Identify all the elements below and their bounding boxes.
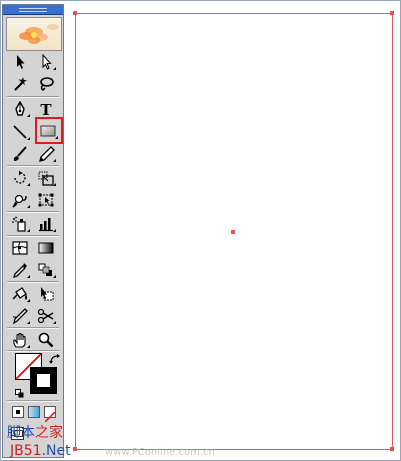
watermark-domain: JB51.Net [10, 443, 71, 459]
artboard-corner-handle[interactable] [390, 447, 394, 451]
color-mode-button[interactable] [12, 406, 24, 418]
toolbox-divider [7, 96, 59, 98]
eyedropper-tool-icon[interactable] [9, 261, 31, 279]
hand-tool-icon[interactable] [9, 331, 31, 349]
pen-tool-icon[interactable] [9, 100, 31, 118]
mesh-tool-icon[interactable] [9, 239, 31, 257]
app-logo-banner[interactable] [6, 17, 62, 51]
stroke-swatch-inner [36, 373, 51, 388]
stroke-color-swatch[interactable] [30, 367, 57, 394]
zoom-tool-icon[interactable] [35, 331, 57, 349]
toolbox-divider [7, 327, 59, 329]
toolbox-divider [7, 400, 59, 402]
toolbox-divider [7, 165, 59, 167]
selected-tool-highlight [35, 117, 63, 144]
watermark-domain-a: JB51 [10, 443, 42, 459]
magic-wand-tool-icon[interactable] [9, 75, 31, 93]
default-fill-stroke-icon[interactable] [15, 383, 24, 398]
watermark-logo-text-2: 之家 [35, 425, 63, 441]
lasso-tool-icon[interactable] [35, 75, 57, 93]
slice-tool-icon[interactable] [9, 307, 31, 325]
rotate-tool-icon[interactable] [9, 169, 31, 187]
artboard-center-point [231, 230, 235, 234]
line-segment-tool-icon[interactable] [9, 123, 31, 141]
live-paint-bucket-tool-icon[interactable] [9, 285, 31, 303]
direct-selection-tool-icon[interactable] [35, 53, 57, 71]
watermark-pconline: www.PConline.com.cn [105, 447, 215, 458]
gradient-mode-button[interactable] [28, 406, 40, 418]
scissors-tool-icon[interactable] [35, 307, 57, 325]
type-tool-icon[interactable]: T [35, 100, 57, 118]
blend-tool-icon[interactable] [35, 261, 57, 279]
artboard-corner-handle[interactable] [390, 11, 394, 15]
flower-logo-icon [19, 24, 59, 44]
toolbox-divider [7, 281, 59, 283]
free-transform-tool-icon[interactable] [35, 191, 57, 209]
artboard-corner-handle[interactable] [73, 447, 77, 451]
symbol-sprayer-tool-icon[interactable] [9, 215, 31, 233]
toolbox-divider [7, 350, 59, 352]
titlebar-grip [19, 8, 47, 12]
paintbrush-tool-icon[interactable] [9, 145, 31, 163]
watermark-domain-b: .Net [41, 443, 71, 459]
artboard-corner-handle[interactable] [73, 11, 77, 15]
none-mode-button[interactable] [44, 406, 56, 423]
svg-text:T: T [40, 101, 52, 117]
column-graph-tool-icon[interactable] [35, 215, 57, 233]
selection-tool-icon[interactable] [9, 53, 31, 71]
gradient-tool-icon[interactable] [35, 239, 57, 257]
warp-tool-icon[interactable] [9, 191, 31, 209]
scale-tool-icon[interactable] [35, 169, 57, 187]
watermark-logo: 脚本之家 [7, 422, 63, 442]
watermark-logo-text-1: 脚本 [7, 425, 35, 441]
swap-fill-stroke-icon[interactable] [49, 353, 61, 368]
live-paint-selection-tool-icon[interactable] [35, 285, 57, 303]
none-slash-icon [44, 411, 56, 423]
toolbox-divider [7, 235, 59, 237]
toolbox-divider [7, 211, 59, 213]
tools-panel-titlebar[interactable] [3, 5, 63, 15]
pencil-tool-icon[interactable] [35, 145, 57, 163]
tools-panel: T [2, 4, 64, 458]
